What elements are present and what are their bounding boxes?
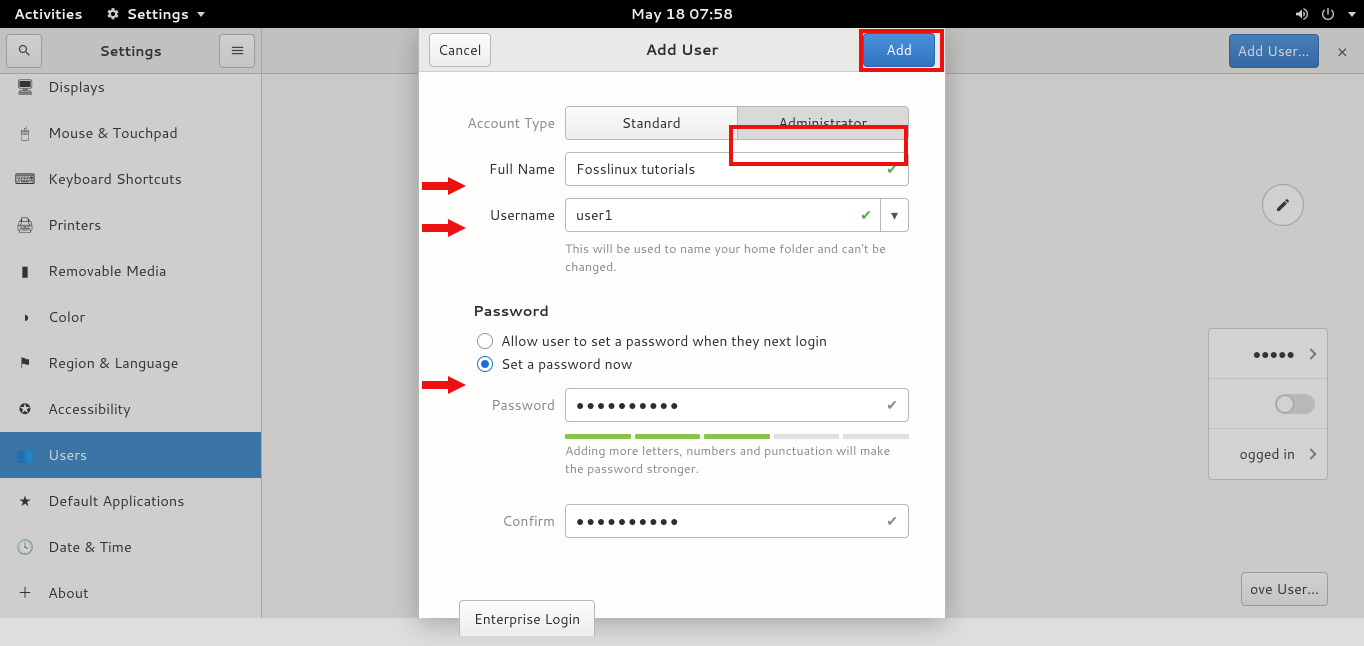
account-type-label: Account Type [455,113,555,133]
radio-icon [477,333,493,349]
clock[interactable]: May 18 07:58 [631,4,733,24]
account-type-toggle[interactable]: Standard Administrator [565,106,909,140]
account-type-administrator[interactable]: Administrator [738,107,909,139]
gear-icon [106,7,120,21]
chevron-down-icon [197,12,205,17]
password-input[interactable]: ●●●●●●●●●● ✔ [565,388,909,422]
dialog-headerbar: Cancel Add User Add [419,28,945,72]
username-input[interactable]: user1 ✔ ▾ [565,198,909,232]
radio-icon [477,356,493,372]
add-user-dialog: Cancel Add User Add Account Type Standar… [418,28,946,618]
password-hint: Adding more letters, numbers and punctua… [565,443,909,478]
gnome-topbar: Activities Settings May 18 07:58 [0,0,1364,28]
cancel-button[interactable]: Cancel [429,33,491,67]
password-label: Password [455,395,555,415]
power-icon[interactable] [1320,6,1336,22]
volume-icon[interactable] [1294,6,1310,22]
check-icon: ✔ [886,159,898,179]
chevron-down-icon [1348,12,1356,17]
confirm-input[interactable]: ●●●●●●●●●● ✔ [565,504,909,538]
password-section-label: Password [473,300,909,321]
dialog-title: Add User [646,39,719,60]
account-type-standard[interactable]: Standard [566,107,738,139]
fullname-input[interactable]: Fosslinux tutorials ✔ [565,152,909,186]
password-strength-meter [565,434,909,439]
username-hint: This will be used to name your home fold… [565,240,909,276]
enterprise-login-button[interactable]: Enterprise Login [459,600,595,636]
activities-button[interactable]: Activities [0,0,96,28]
app-menu-label: Settings [126,4,188,24]
username-dropdown[interactable]: ▾ [880,199,908,231]
app-menu[interactable]: Settings [96,0,214,28]
radio-set-now[interactable]: Set a password now [477,354,909,374]
check-icon: ✔ [860,205,872,225]
fullname-label: Full Name [455,159,555,179]
check-icon: ✔ [886,395,898,415]
check-icon: ✔ [886,511,898,531]
confirm-label: Confirm [455,511,555,531]
username-label: Username [455,205,555,225]
radio-next-login[interactable]: Allow user to set a password when they n… [477,331,909,351]
add-button[interactable]: Add [863,33,935,67]
